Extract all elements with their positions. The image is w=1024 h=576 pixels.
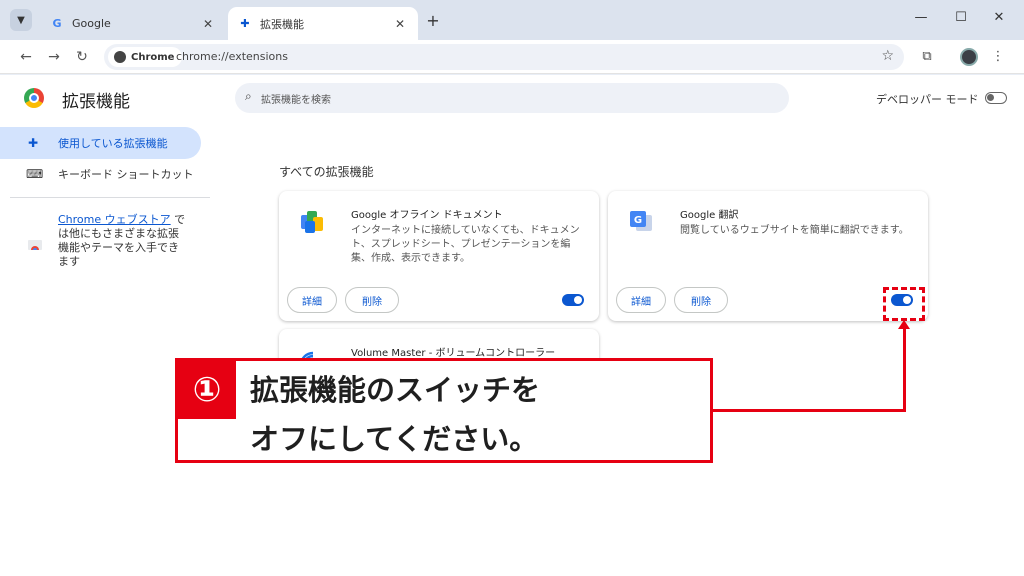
sidebar-item-my-extensions[interactable]: ✚ 使用している拡張機能 bbox=[0, 127, 201, 159]
extension-description: 閲覧しているウェブサイトを簡単に翻訳できます。 bbox=[680, 225, 909, 236]
site-chip-label: Chrome bbox=[131, 51, 175, 63]
step-number-badge: ① bbox=[178, 361, 236, 419]
sidebar-item-label: キーボード ショートカット bbox=[58, 168, 194, 181]
google-g-icon: G bbox=[52, 17, 62, 30]
maximize-icon[interactable]: ☐ bbox=[951, 10, 971, 25]
tab-label: 拡張機能 bbox=[260, 17, 304, 31]
chrome-logo-icon bbox=[24, 88, 44, 108]
toggle-highlight-box bbox=[883, 287, 925, 321]
kebab-menu-icon[interactable]: ⋮ bbox=[988, 47, 1008, 67]
details-button[interactable]: 詳細 bbox=[287, 287, 337, 313]
chrome-icon bbox=[114, 51, 126, 63]
web-store-promo: Chrome ウェブストア では他にもさまざまな拡張機能やテーマを入手できます bbox=[58, 213, 188, 269]
extension-description: インターネットに接続していなくても、ドキュメント、スプレッドシート、プレゼンテー… bbox=[351, 225, 580, 264]
google-docs-offline-icon bbox=[301, 211, 323, 233]
chevron-down-icon: ▼ bbox=[17, 14, 25, 26]
puzzle-icon: ✚ bbox=[27, 136, 39, 150]
minimize-icon[interactable]: — bbox=[911, 10, 931, 25]
puzzle-icon: ✚ bbox=[240, 17, 250, 30]
profile-avatar[interactable] bbox=[960, 48, 978, 66]
new-tab-button[interactable]: + bbox=[424, 11, 442, 30]
section-title: すべての拡張機能 bbox=[279, 165, 374, 179]
instruction-callout: ① 拡張機能のスイッチを オフにしてください。 bbox=[175, 358, 713, 463]
annotation-connector bbox=[903, 325, 906, 412]
svg-text:G: G bbox=[634, 215, 642, 226]
browser-toolbar: ← → ↻ Chrome chrome://extensions ☆ ⧉ ⋮ bbox=[0, 40, 1024, 74]
extensions-puzzle-icon[interactable]: ⧉ bbox=[917, 47, 937, 67]
extension-card: Google オフライン ドキュメント インターネットに接続していなくても、ドキ… bbox=[279, 191, 599, 321]
instruction-line-1: 拡張機能のスイッチを bbox=[250, 373, 541, 407]
tab-extensions[interactable]: ✚ 拡張機能 ✕ bbox=[228, 7, 418, 40]
page-title: 拡張機能 bbox=[62, 92, 130, 112]
sidebar-divider bbox=[10, 197, 210, 198]
url-text: chrome://extensions bbox=[176, 50, 288, 63]
back-icon[interactable]: ← bbox=[16, 47, 36, 67]
extension-enable-toggle[interactable] bbox=[562, 294, 584, 306]
extensions-page: 拡張機能 ⌕ 拡張機能を検索 デベロッパー モード ✚ 使用している拡張機能 ⌨… bbox=[0, 75, 1024, 576]
search-input[interactable]: ⌕ 拡張機能を検索 bbox=[235, 83, 789, 113]
sidebar-item-label: 使用している拡張機能 bbox=[58, 137, 168, 150]
dev-mode-toggle[interactable] bbox=[985, 92, 1007, 104]
close-icon[interactable]: ✕ bbox=[200, 17, 216, 31]
search-placeholder: 拡張機能を検索 bbox=[261, 95, 331, 106]
bookmark-star-icon[interactable]: ☆ bbox=[881, 48, 894, 64]
annotation-connector bbox=[712, 409, 906, 412]
window-close-icon[interactable]: ✕ bbox=[989, 10, 1009, 25]
search-icon: ⌕ bbox=[245, 89, 252, 103]
title-bar: ▼ G Google ✕ ✚ 拡張機能 ✕ + — ☐ ✕ bbox=[0, 0, 1024, 40]
tab-google[interactable]: G Google ✕ bbox=[40, 7, 226, 40]
instruction-line-2: オフにしてください。 bbox=[250, 422, 539, 456]
extension-card: G Google 翻訳 閲覧しているウェブサイトを簡単に翻訳できます。 詳細 削… bbox=[608, 191, 928, 321]
google-translate-icon: G bbox=[630, 211, 652, 231]
web-store-icon bbox=[28, 240, 42, 250]
forward-icon[interactable]: → bbox=[44, 47, 64, 67]
extension-name: Google 翻訳 bbox=[680, 210, 739, 221]
address-bar[interactable]: Chrome chrome://extensions ☆ bbox=[104, 44, 904, 70]
sidebar-item-keyboard-shortcuts[interactable]: ⌨ キーボード ショートカット bbox=[10, 158, 211, 190]
remove-button[interactable]: 削除 bbox=[674, 287, 728, 313]
tab-label: Google bbox=[72, 17, 111, 30]
reload-icon[interactable]: ↻ bbox=[72, 47, 92, 67]
site-chip[interactable]: Chrome bbox=[108, 47, 183, 67]
close-icon[interactable]: ✕ bbox=[392, 17, 408, 31]
keyboard-icon: ⌨ bbox=[26, 167, 44, 181]
tab-search-button[interactable]: ▼ bbox=[10, 9, 32, 31]
details-button[interactable]: 詳細 bbox=[616, 287, 666, 313]
remove-button[interactable]: 削除 bbox=[345, 287, 399, 313]
extension-name: Google オフライン ドキュメント bbox=[351, 210, 503, 221]
extension-name: Volume Master - ボリュームコントローラー bbox=[351, 348, 556, 359]
web-store-link[interactable]: Chrome ウェブストア bbox=[58, 213, 171, 226]
dev-mode-label: デベロッパー モード bbox=[876, 93, 979, 106]
